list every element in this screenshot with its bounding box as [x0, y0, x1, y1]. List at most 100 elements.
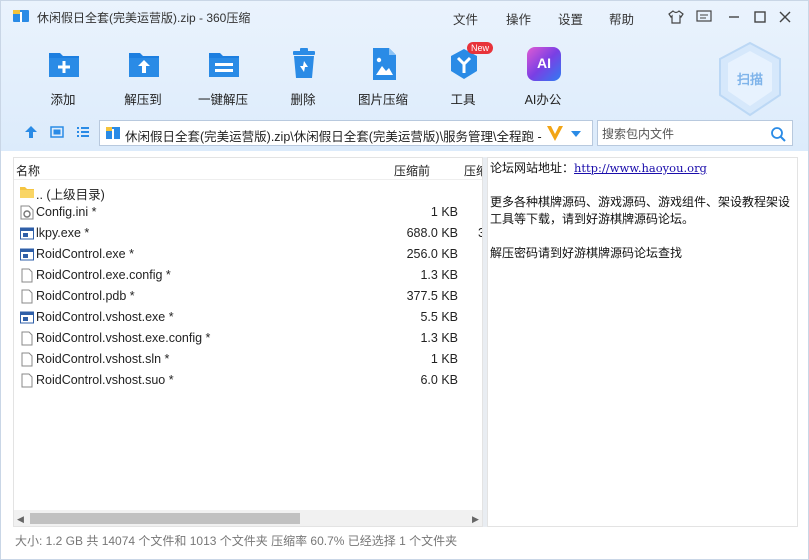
- column-compressed-header[interactable]: 压缩: [464, 162, 482, 179]
- maximize-icon[interactable]: [751, 8, 769, 26]
- list-item[interactable]: RoidControl.exe * 256.0 KB: [14, 244, 482, 265]
- list-view-icon[interactable]: [76, 125, 90, 139]
- image-compress-icon: [373, 48, 396, 80]
- search-box: [597, 120, 793, 146]
- list-item[interactable]: RoidControl.pdb * 377.5 KB: [14, 286, 482, 307]
- comment-forum-label: 论坛网站地址：: [490, 161, 575, 175]
- add-button[interactable]: 添加: [23, 41, 103, 109]
- exe-file-icon: [20, 311, 34, 324]
- app-window: 休闲假日全套(完美运营版).zip - 360压缩 文件 操作 设置 帮助 添加…: [0, 0, 809, 560]
- file-size: 6.0 KB: [420, 373, 458, 387]
- comment-line-3: 解压密码请到好游棋牌源码论坛查找: [490, 246, 683, 260]
- list-item[interactable]: RoidControl.vshost.exe.config * 1.3 KB: [14, 328, 482, 349]
- file-size: 5.5 KB: [420, 310, 458, 324]
- scrollbar-thumb[interactable]: [30, 513, 300, 524]
- comment-line-2: 更多各种棋牌源码、游戏源码、游戏组件、架设教程架设工具等下载，请到好游棋牌源码论…: [490, 195, 791, 226]
- one-click-extract-button[interactable]: 一键解压: [183, 41, 263, 109]
- status-text: 大小: 1.2 GB 共 14074 个文件和 1013 个文件夹 压缩率 60…: [15, 534, 458, 548]
- file-list: 名称 压缩前 压缩 .. (上级目录) Config.ini * 1 KB: [13, 157, 483, 527]
- top-area: 休闲假日全套(完美运营版).zip - 360压缩 文件 操作 设置 帮助 添加…: [1, 1, 808, 151]
- search-input[interactable]: [602, 125, 762, 142]
- extract-to-button[interactable]: 解压到: [103, 41, 183, 109]
- status-bar: 大小: 1.2 GB 共 14074 个文件和 1013 个文件夹 压缩率 60…: [1, 529, 808, 559]
- list-item[interactable]: RoidControl.vshost.exe * 5.5 KB: [14, 307, 482, 328]
- file-size: 1 KB: [430, 352, 458, 366]
- file-name: RoidControl.vshost.exe.config *: [36, 331, 211, 345]
- file-size: 1.3 KB: [420, 331, 458, 345]
- list-item[interactable]: .. (上级目录): [14, 181, 482, 202]
- one-click-extract-icon: [209, 53, 239, 77]
- extract-to-label: 解压到: [124, 93, 162, 107]
- menu-settings[interactable]: 设置: [558, 9, 583, 28]
- comment-line-1: 论坛网站地址：http://www.haoyou.org: [490, 160, 795, 177]
- file-size: 688.0 KB: [406, 226, 458, 240]
- column-name-header[interactable]: 名称: [16, 162, 40, 179]
- search-icon[interactable]: [770, 126, 786, 142]
- toolbar: 添加 解压到 一键解压 删除 图片压缩 New 工具 AI AI办公: [1, 41, 721, 111]
- column-size-header[interactable]: 压缩前: [394, 162, 430, 179]
- list-item[interactable]: RoidControl.vshost.sln * 1 KB: [14, 349, 482, 370]
- file-name: .. (上级目录): [36, 188, 105, 202]
- scroll-left-icon[interactable]: ◀: [17, 514, 24, 525]
- file-name: Config.ini *: [36, 205, 97, 219]
- add-icon: [49, 53, 79, 77]
- extract-to-icon: [129, 53, 159, 77]
- file-name: RoidControl.exe.config *: [36, 268, 171, 282]
- minimize-icon[interactable]: [725, 8, 743, 26]
- list-item[interactable]: RoidControl.vshost.suo * 6.0 KB: [14, 370, 482, 391]
- list-item[interactable]: Config.ini * 1 KB: [14, 202, 482, 223]
- scan-button[interactable]: 扫描: [717, 41, 783, 117]
- file-icon: [21, 352, 33, 367]
- path-box[interactable]: 休闲假日全套(完美运营版).zip\休闲假日全套(完美运营版)\服务管理\全程跑…: [99, 120, 593, 146]
- feedback-icon[interactable]: [695, 8, 713, 26]
- path-text[interactable]: 休闲假日全套(完美运营版).zip\休闲假日全套(完美运营版)\服务管理\全程跑…: [125, 126, 545, 145]
- horizontal-scrollbar[interactable]: ◀ ▶: [14, 510, 482, 526]
- list-item[interactable]: lkpy.exe * 688.0 KB 3: [14, 223, 482, 244]
- file-size: 1.3 KB: [420, 268, 458, 282]
- file-size: 377.5 KB: [406, 289, 458, 303]
- exe-file-icon: [20, 248, 34, 261]
- file-name: RoidControl.pdb *: [36, 289, 135, 303]
- delete-button[interactable]: 删除: [263, 41, 343, 109]
- file-name: RoidControl.vshost.exe *: [36, 310, 174, 324]
- file-icon: [21, 373, 33, 388]
- file-icon: [21, 289, 33, 304]
- window-title: 休闲假日全套(完美运营版).zip - 360压缩: [37, 11, 251, 25]
- new-badge: New: [467, 42, 494, 54]
- list-item[interactable]: RoidControl.exe.config * 1.3 KB: [14, 265, 482, 286]
- ai-office-button[interactable]: AI AI办公: [503, 41, 583, 109]
- thumbnail-view-icon[interactable]: [50, 125, 64, 139]
- file-size: 1 KB: [430, 205, 458, 219]
- delete-icon: [293, 48, 315, 78]
- tools-label: 工具: [450, 93, 476, 107]
- folder-icon: [20, 187, 34, 198]
- file-size: 256.0 KB: [406, 247, 458, 261]
- verified-v-icon: [547, 126, 563, 141]
- file-name: RoidControl.exe *: [36, 247, 134, 261]
- file-list-header: 名称 压缩前 压缩: [14, 158, 482, 180]
- scan-label: 扫描: [736, 72, 763, 87]
- up-arrow-icon[interactable]: [24, 125, 38, 139]
- forum-link[interactable]: http://www.haoyou.org: [574, 161, 707, 175]
- image-compress-label: 图片压缩: [357, 93, 408, 107]
- menu-help[interactable]: 帮助: [609, 9, 634, 28]
- add-label: 添加: [50, 93, 76, 107]
- image-compress-button[interactable]: 图片压缩: [343, 41, 423, 109]
- file-name: RoidControl.vshost.suo *: [36, 373, 174, 387]
- title-bar: 休闲假日全套(完美运营版).zip - 360压缩 文件 操作 设置 帮助: [1, 1, 808, 31]
- exe-file-icon: [20, 227, 34, 240]
- close-icon[interactable]: [776, 8, 794, 26]
- file-name: RoidControl.vshost.sln *: [36, 352, 170, 366]
- menu-operate[interactable]: 操作: [506, 9, 531, 28]
- address-bar-row: 休闲假日全套(完美运营版).zip\休闲假日全套(完美运营版)\服务管理\全程跑…: [1, 117, 808, 149]
- file-icon: [21, 268, 33, 283]
- file-name: lkpy.exe *: [36, 226, 90, 240]
- zip-file-icon: [106, 127, 120, 139]
- file-icon: [21, 331, 33, 346]
- scroll-right-icon[interactable]: ▶: [472, 514, 479, 525]
- tools-button[interactable]: New 工具: [423, 41, 503, 109]
- skin-icon[interactable]: [667, 8, 685, 26]
- chevron-down-icon[interactable]: [570, 129, 582, 139]
- menu-file[interactable]: 文件: [453, 9, 478, 28]
- ini-file-icon: [20, 205, 34, 220]
